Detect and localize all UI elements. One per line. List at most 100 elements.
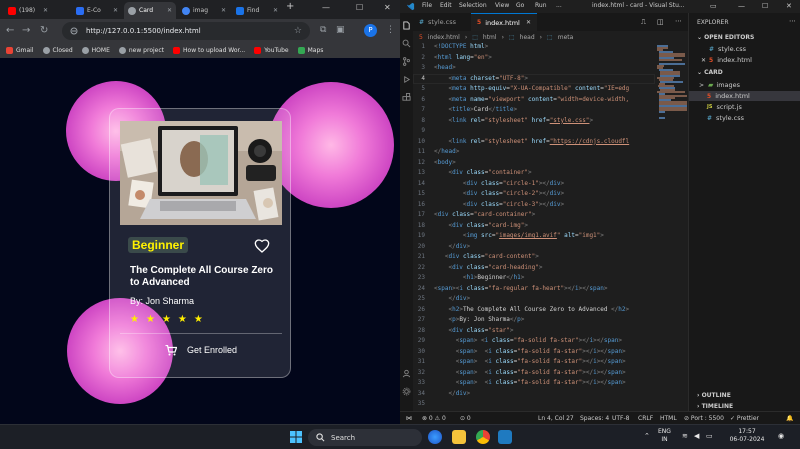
code-line[interactable]: 14 <div class="circle-1"></div>: [413, 179, 655, 190]
search-icon[interactable]: [402, 39, 411, 48]
code-line[interactable]: 11 </head>: [413, 147, 655, 158]
code-line[interactable]: 22 <div class="card-heading">: [413, 263, 655, 274]
code-line[interactable]: 34 </div>: [413, 389, 655, 400]
encoding[interactable]: UTF-8: [612, 415, 630, 422]
code-line[interactable]: 1 <!DOCTYPE html>: [413, 43, 655, 53]
remote-icon[interactable]: ⋈: [406, 415, 412, 422]
minimize-icon[interactable]: —: [738, 2, 745, 10]
menu-edit[interactable]: Edit: [440, 2, 452, 9]
code-line[interactable]: 26 <h2>The Complete All Course Zero to A…: [413, 305, 655, 316]
code-line[interactable]: 18 <div class="card-img">: [413, 221, 655, 232]
bookmark-maps[interactable]: Maps: [297, 47, 323, 54]
close-icon[interactable]: ✕: [110, 7, 118, 14]
language-mode[interactable]: HTML: [660, 415, 677, 422]
menu-file[interactable]: File: [422, 2, 432, 9]
code-line[interactable]: 8 <link rel="stylesheet" href="style.css…: [413, 116, 655, 127]
more-actions-icon[interactable]: ⋯: [789, 17, 796, 25]
code-line[interactable]: 3 <head>: [413, 63, 655, 74]
code-line[interactable]: 25 </div>: [413, 294, 655, 305]
forward-icon[interactable]: →: [22, 25, 30, 36]
close-icon[interactable]: ✕: [526, 19, 531, 26]
menu-view[interactable]: View: [495, 2, 509, 9]
code-editor[interactable]: 1 <!DOCTYPE html> 2 <html lang="en"> 3 <head>…: [413, 43, 655, 411]
split-editor-icon[interactable]: ◫: [657, 18, 664, 26]
volume-icon[interactable]: ◀: [694, 432, 699, 440]
live-server-port[interactable]: ⊘ Port : 5500: [684, 415, 724, 422]
browser-tab-youtube[interactable]: (198) ✕: [4, 2, 52, 19]
battery-icon[interactable]: ▭: [706, 432, 713, 440]
tree-item-script-js[interactable]: JS script.js: [689, 102, 800, 112]
site-info-icon[interactable]: [70, 27, 78, 35]
prettier-status[interactable]: ✓ Prettier: [730, 415, 759, 422]
code-line[interactable]: 5 <meta http-equiv="X-UA-Compatible" con…: [413, 84, 655, 95]
code-line[interactable]: 9: [413, 126, 655, 137]
code-line[interactable]: 13 <div class="container">: [413, 168, 655, 179]
code-line[interactable]: 31 <span> <i class="fa-solid fa-star"></…: [413, 357, 655, 368]
close-icon[interactable]: ✕: [40, 7, 48, 14]
code-line[interactable]: 10 <link rel="stylesheet" href="https://…: [413, 137, 655, 148]
address-bar[interactable]: http://127.0.0.1:5500/index.html ☆: [62, 22, 310, 40]
new-tab-button[interactable]: +: [286, 1, 294, 12]
account-icon[interactable]: [402, 369, 411, 378]
browser-tab-card[interactable]: Card ✕: [124, 2, 176, 19]
browser-tab-ecommerce[interactable]: E-Co ✕: [72, 2, 122, 19]
wifi-icon[interactable]: ≋: [682, 432, 688, 440]
code-line[interactable]: 27 <p>By: Jon Sharma</p>: [413, 315, 655, 326]
breadcrumb-item[interactable]: meta: [558, 34, 574, 41]
code-line[interactable]: 33 <span> <i class="fa-solid fa-star"></…: [413, 378, 655, 389]
folder-card-header[interactable]: ⌄ CARD: [697, 69, 723, 76]
heart-icon[interactable]: [254, 238, 270, 254]
bookmark-new-project[interactable]: new project: [118, 47, 164, 54]
sidepanel-icon[interactable]: ▣: [336, 25, 345, 35]
file-explorer-icon[interactable]: [452, 430, 466, 444]
layout-icon[interactable]: ▭: [710, 2, 717, 10]
tree-item-style-css[interactable]: # style.css: [689, 113, 800, 123]
language-indicator[interactable]: ENG IN: [658, 428, 671, 444]
code-line[interactable]: 28 <div class="star">: [413, 326, 655, 337]
bookmark-how-to-upload[interactable]: How to upload Wor...: [173, 47, 245, 54]
maximize-icon[interactable]: ☐: [356, 3, 363, 12]
open-editor-index-html[interactable]: ✕ 5 index.html: [689, 55, 800, 65]
indentation[interactable]: Spaces: 4: [580, 415, 609, 422]
tree-item-index-html[interactable]: 5 index.html: [689, 91, 800, 101]
more-actions-icon[interactable]: ⋯: [675, 17, 682, 25]
code-line[interactable]: 19 <img src="images/img1.avif" alt="img1…: [413, 231, 655, 242]
open-editors-header[interactable]: ⌄ OPEN EDITORS: [697, 34, 754, 41]
close-window-icon[interactable]: ✕: [786, 2, 792, 10]
close-window-icon[interactable]: ✕: [384, 3, 391, 12]
open-editor-style-css[interactable]: # style.css: [689, 44, 800, 54]
timeline-header[interactable]: › TIMELINE: [697, 403, 733, 410]
menu-more[interactable]: ...: [556, 2, 562, 9]
code-line[interactable]: 15 <div class="circle-2"></div>: [413, 189, 655, 200]
chevron-up-icon[interactable]: ⌃: [644, 432, 650, 440]
ports-indicator[interactable]: ⊙ 0: [460, 415, 471, 422]
bookmark-closed[interactable]: Closed: [42, 47, 73, 54]
close-icon[interactable]: ✕: [270, 7, 278, 14]
live-preview-icon[interactable]: ⎍: [641, 18, 646, 27]
bookmark-gmail[interactable]: Gmail: [6, 47, 34, 54]
extensions-icon[interactable]: ⧉: [320, 25, 326, 35]
reload-icon[interactable]: ↻: [40, 25, 48, 36]
tab-style-css[interactable]: # style.css: [413, 13, 470, 31]
code-line[interactable]: 35: [413, 399, 655, 410]
code-line[interactable]: 30 <span> <i class="fa-solid fa-star"></…: [413, 347, 655, 358]
code-line[interactable]: 21 <div class="card-content">: [413, 252, 655, 263]
menu-selection[interactable]: Selection: [459, 2, 487, 9]
code-line[interactable]: 2 <html lang="en">: [413, 53, 655, 64]
vscode-taskbar-icon[interactable]: [498, 430, 512, 444]
get-enrolled-button[interactable]: Get Enrolled: [120, 339, 282, 361]
tab-index-html[interactable]: 5 index.html ✕: [471, 13, 537, 31]
browser-tab-find[interactable]: Find ✕: [232, 2, 282, 19]
chrome-icon[interactable]: [476, 430, 490, 444]
code-line[interactable]: 6 <meta name="viewport" content="width=d…: [413, 95, 655, 106]
run-debug-icon[interactable]: [402, 75, 411, 84]
bookmark-youtube[interactable]: YouTube: [254, 47, 289, 54]
extensions-icon[interactable]: [402, 93, 411, 102]
code-line[interactable]: 32 <span> <i class="fa-solid fa-star"></…: [413, 368, 655, 379]
code-line[interactable]: 23 <h1>Beginner</h1>: [413, 273, 655, 284]
source-control-icon[interactable]: [402, 57, 411, 66]
browser-tab-images[interactable]: imag ✕: [178, 2, 230, 19]
bookmark-star-icon[interactable]: ☆: [294, 26, 302, 36]
outline-header[interactable]: › OUTLINE: [697, 392, 731, 399]
notifications-bell-icon[interactable]: 🔔: [786, 415, 793, 422]
